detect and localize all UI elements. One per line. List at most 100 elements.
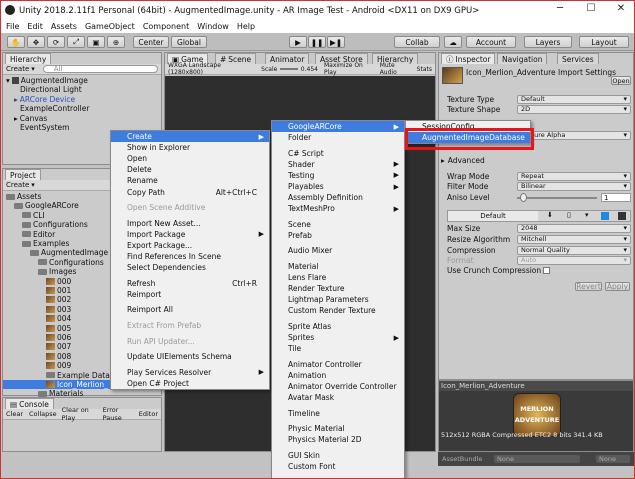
- hierarchy-item[interactable]: ▸ ARCore Device: [6, 95, 89, 104]
- compression-dropdown[interactable]: Normal Quality: [517, 246, 631, 255]
- ctx-item-update-uielements-schema[interactable]: Update UIElements Schema: [111, 351, 269, 362]
- hierarchy-item[interactable]: ▸ Canvas: [6, 114, 89, 123]
- windows-icon[interactable]: [601, 212, 609, 220]
- ctx-item-find-references-in-scene[interactable]: Find References In Scene: [111, 251, 269, 262]
- console-error-pause-button[interactable]: Error Pause: [103, 406, 134, 422]
- tab-animator[interactable]: Animator: [265, 53, 310, 64]
- menu-help[interactable]: Help: [237, 22, 255, 31]
- revert-button[interactable]: Revert: [575, 282, 602, 291]
- tab-inspector[interactable]: ⓘ Inspector: [441, 53, 496, 64]
- create-item-physics-material-2d[interactable]: Physics Material 2D: [272, 434, 404, 445]
- hand-tool-button[interactable]: ✋: [7, 36, 25, 48]
- texture-shape-dropdown[interactable]: 2D: [517, 105, 631, 114]
- maximize-icon[interactable]: ☐: [584, 3, 598, 14]
- ctx-item-reimport[interactable]: Reimport: [111, 289, 269, 300]
- ctx-item-import-new-asset[interactable]: Import New Asset...: [111, 218, 269, 229]
- rect-tool-button[interactable]: ▣: [87, 36, 105, 48]
- minimize-icon[interactable]: ─: [553, 3, 567, 14]
- alpha-source-dropdown[interactable]: Texture Alpha: [517, 131, 631, 140]
- create-item-playables[interactable]: Playables ▶: [272, 181, 404, 192]
- create-item-sprite-atlas[interactable]: Sprite Atlas: [272, 321, 404, 332]
- hierarchy-item[interactable]: ExampleController: [6, 104, 89, 113]
- tab-services[interactable]: Services: [557, 53, 599, 64]
- ctx-item-play-services-resolver[interactable]: Play Services Resolver ▶: [111, 367, 269, 378]
- android-icon[interactable]: ▾: [585, 211, 589, 219]
- filter-mode-dropdown[interactable]: Bilinear: [517, 182, 631, 191]
- create-item-render-texture[interactable]: Render Texture: [272, 283, 404, 294]
- menu-assets[interactable]: Assets: [51, 22, 77, 31]
- create-item-physic-material[interactable]: Physic Material: [272, 423, 404, 434]
- create-item-timeline[interactable]: Timeline: [272, 408, 404, 419]
- layers-dropdown[interactable]: Layers: [524, 36, 572, 48]
- hierarchy-search-input[interactable]: All: [42, 65, 158, 73]
- create-item-prefab[interactable]: Prefab: [272, 230, 404, 241]
- aniso-value[interactable]: 1: [601, 193, 631, 202]
- create-item-scene[interactable]: Scene: [272, 219, 404, 230]
- ctx-item-extract-from-prefab[interactable]: Extract From Prefab: [111, 320, 269, 331]
- platform-default-tab[interactable]: Default: [448, 211, 538, 221]
- tab-console[interactable]: ▤ Console: [5, 398, 54, 409]
- menu-gameobject[interactable]: GameObject: [85, 22, 135, 31]
- menu-component[interactable]: Component: [143, 22, 189, 31]
- tab-project[interactable]: Project: [5, 169, 41, 180]
- menu-edit[interactable]: Edit: [27, 22, 43, 31]
- create-item-assembly-definition[interactable]: Assembly Definition: [272, 192, 404, 203]
- ctx-item-run-api-updater[interactable]: Run API Updater...: [111, 336, 269, 347]
- create-item-tile[interactable]: Tile: [272, 343, 404, 354]
- create-item-googlearcore[interactable]: GoogleARCore ▶: [272, 121, 404, 133]
- rotate-tool-button[interactable]: ⟳: [47, 36, 65, 48]
- download-icon[interactable]: ⬇: [547, 211, 553, 219]
- play-button[interactable]: ▶: [289, 36, 307, 48]
- ctx-item-import-package[interactable]: Import Package ▶: [111, 229, 269, 240]
- console-editor-dropdown[interactable]: Editor: [139, 410, 158, 418]
- console-collapse-button[interactable]: Collapse: [29, 410, 57, 418]
- ctx-item-open-c-project[interactable]: Open C# Project: [111, 378, 269, 389]
- hierarchy-create-button[interactable]: Create: [6, 65, 29, 73]
- mute-audio-button[interactable]: Mute Audio: [380, 62, 413, 76]
- maximize-on-play-button[interactable]: Maximize On Play: [324, 62, 376, 76]
- ctx-item-show-in-explorer[interactable]: Show in Explorer: [111, 142, 269, 153]
- tab-navigation[interactable]: Navigation: [497, 53, 548, 64]
- create-item-gui-skin[interactable]: GUI Skin: [272, 450, 404, 461]
- scale-tool-button[interactable]: ⤢: [67, 36, 85, 48]
- open-button[interactable]: Open: [611, 76, 631, 85]
- account-button[interactable]: Account: [466, 36, 516, 48]
- console-clear-button[interactable]: Clear: [6, 410, 23, 418]
- create-item-shader[interactable]: Shader ▶: [272, 159, 404, 170]
- create-item-testing[interactable]: Testing ▶: [272, 170, 404, 181]
- hierarchy-item[interactable]: EventSystem: [6, 123, 89, 132]
- scene-item[interactable]: ▾ AugmentedImage: [6, 76, 89, 85]
- create-item-folder[interactable]: Folder: [272, 132, 404, 143]
- create-item-custom-font[interactable]: Custom Font: [272, 461, 404, 472]
- assetbundle-dropdown[interactable]: None: [494, 455, 580, 463]
- create-item-animator-controller[interactable]: Animator Controller: [272, 359, 404, 370]
- aniso-slider-handle[interactable]: [520, 193, 527, 202]
- ctx-item-open-scene-additive[interactable]: Open Scene Additive: [111, 202, 269, 213]
- advanced-foldout[interactable]: ▸ Advanced: [441, 155, 625, 165]
- ctx-item-copy-path[interactable]: Copy Path Alt+Ctrl+C: [111, 186, 269, 197]
- html5-icon[interactable]: [618, 212, 626, 220]
- pause-button[interactable]: ❚❚: [308, 36, 326, 48]
- aniso-slider[interactable]: [517, 197, 597, 199]
- cloud-icon[interactable]: ☁: [444, 36, 462, 48]
- move-tool-button[interactable]: ✥: [27, 36, 45, 48]
- menu-file[interactable]: File: [6, 22, 19, 31]
- resize-dropdown[interactable]: Mitchell: [517, 235, 631, 244]
- create-item-animator-override-controller[interactable]: Animator Override Controller: [272, 381, 404, 392]
- ctx-item-rename[interactable]: Rename: [111, 175, 269, 186]
- create-item-audio-mixer[interactable]: Audio Mixer: [272, 245, 404, 256]
- tab-hierarchy[interactable]: Hierarchy: [5, 53, 52, 64]
- scale-slider[interactable]: [280, 68, 298, 70]
- create-item-avatar-mask[interactable]: Avatar Mask: [272, 392, 404, 403]
- stats-button[interactable]: Stats: [417, 66, 432, 73]
- global-button[interactable]: Global: [171, 36, 207, 48]
- apply-button[interactable]: Apply: [605, 282, 630, 291]
- transform-tool-button[interactable]: ⊕: [107, 36, 125, 48]
- console-clear-on-play-button[interactable]: Clear on Play: [62, 406, 98, 422]
- create-item-textmeshpro[interactable]: TextMeshPro ▶: [272, 203, 404, 214]
- crunch-checkbox[interactable]: [543, 266, 551, 274]
- assetbundle-variant-dropdown[interactable]: None: [596, 455, 630, 463]
- project-create-button[interactable]: Create: [6, 181, 29, 189]
- create-item-animation[interactable]: Animation: [272, 370, 404, 381]
- layout-dropdown[interactable]: Layout: [579, 36, 629, 48]
